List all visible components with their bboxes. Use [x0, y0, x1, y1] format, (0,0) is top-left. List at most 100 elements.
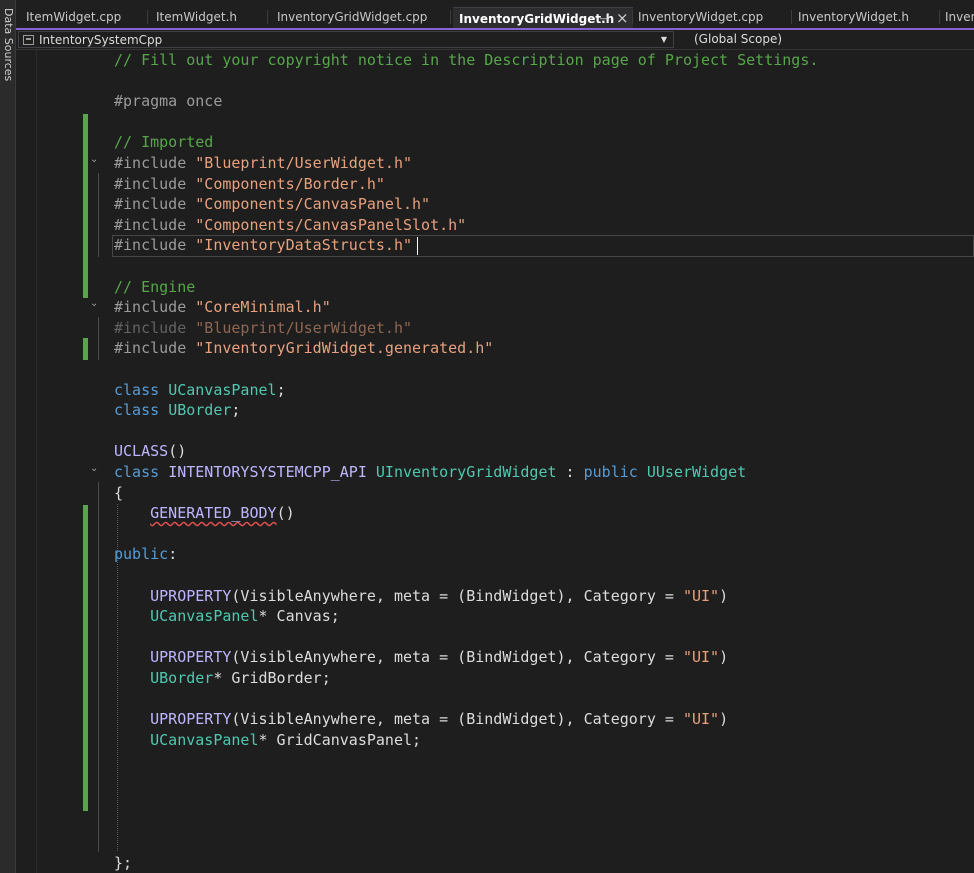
- fold-collapse-icon[interactable]: ⌄: [90, 463, 98, 474]
- code-token: UCanvasPanel: [150, 730, 259, 749]
- code-token: class: [114, 401, 169, 420]
- code-line[interactable]: // Fill out your copyright notice in the…: [114, 50, 818, 71]
- code-line[interactable]: #include "Blueprint/UserWidget.h": [114, 153, 412, 174]
- editor-gutter: [16, 50, 37, 873]
- code-token: UPROPERTY: [150, 648, 232, 667]
- code-token: "Blueprint/UserWidget.h": [195, 154, 413, 172]
- code-line[interactable]: #include "InventoryDataStructs.h": [114, 235, 412, 256]
- code-token: :: [556, 463, 584, 481]
- close-icon[interactable]: ×: [616, 8, 629, 28]
- project-label: IntentorySystemCpp: [39, 33, 163, 47]
- code-token: ): [719, 586, 729, 605]
- code-line[interactable]: #include "CoreMinimal.h": [114, 297, 331, 318]
- code-line[interactable]: // Engine: [114, 277, 195, 298]
- project-icon: [23, 35, 34, 45]
- code-token: UCanvasPanel: [150, 607, 259, 626]
- code-line[interactable]: UBorder* GridBorder;: [114, 668, 331, 689]
- code-line[interactable]: UPROPERTY(VisibleAnywhere, meta = (BindW…: [114, 709, 728, 730]
- code-line[interactable]: #include "Components/Border.h": [114, 174, 385, 195]
- code-token: #include: [114, 236, 196, 255]
- tab-label: InventoryWidget.h: [798, 10, 909, 24]
- code-token: #pragma once: [114, 92, 223, 111]
- change-marker: [83, 338, 88, 360]
- code-token: UCLASS: [114, 442, 169, 461]
- tab-label: InventoryGridWidget.cpp: [277, 10, 428, 24]
- code-token: // Fill out your copyright notice in the…: [114, 51, 819, 69]
- code-token: "InventoryDataStructs.h": [195, 236, 413, 255]
- code-line[interactable]: UCanvasPanel* GridCanvasPanel;: [114, 730, 421, 751]
- tab-itemwidget-cpp[interactable]: ItemWidget.cpp: [20, 6, 148, 28]
- fold-region-line: [98, 482, 99, 852]
- code-token: * GridCanvasPanel;: [258, 730, 422, 749]
- tab-inven[interactable]: Inven: [939, 6, 974, 28]
- code-line[interactable]: #include "Components/CanvasPanel.h": [114, 194, 430, 215]
- code-line[interactable]: // Imported: [114, 132, 213, 153]
- code-line[interactable]: class UBorder;: [114, 400, 240, 421]
- tab-separator: [267, 10, 268, 24]
- code-line[interactable]: public:: [114, 544, 177, 565]
- code-token: UBorder: [150, 669, 214, 687]
- code-token: (VisibleAnywhere, meta = (BindWidget), C…: [231, 648, 683, 667]
- code-token: #include: [114, 195, 196, 214]
- code-token: ): [719, 648, 729, 667]
- tab-label: InventoryWidget.cpp: [638, 10, 764, 24]
- tab-label: Inven: [945, 10, 974, 24]
- code-token: "CoreMinimal.h": [195, 298, 331, 317]
- code-token: UUserWidget: [646, 463, 747, 481]
- code-editor[interactable]: ⌄ ⌄ ⌄ // Fill out your copyright notice …: [16, 50, 974, 873]
- side-panel-strip[interactable]: Data Sources: [0, 0, 16, 873]
- code-line[interactable]: class INTENTORYSYSTEMCPP_API UInventoryG…: [114, 462, 746, 483]
- code-token: UInventoryGridWidget: [375, 463, 557, 481]
- scope-dropdown[interactable]: (Global Scope): [678, 31, 974, 48]
- code-line[interactable]: {: [114, 483, 123, 504]
- fold-collapse-icon[interactable]: ⌄: [90, 298, 98, 309]
- code-token: (): [276, 504, 295, 523]
- code-token: "InventoryGridWidget.generated.h": [195, 339, 494, 358]
- code-token: (VisibleAnywhere, meta = (BindWidget), C…: [231, 710, 683, 729]
- dropdown-arrow-icon[interactable]: ▼: [661, 35, 667, 44]
- data-sources-tab[interactable]: Data Sources: [2, 8, 15, 81]
- code-line[interactable]: UPROPERTY(VisibleAnywhere, meta = (BindW…: [114, 647, 728, 668]
- code-token: UCanvasPanel: [168, 380, 277, 399]
- code-token: };: [114, 854, 133, 873]
- code-line[interactable]: };: [114, 853, 132, 873]
- code-token: public: [114, 545, 169, 564]
- code-line[interactable]: #pragma once: [114, 91, 222, 112]
- code-token: public: [583, 463, 638, 481]
- code-token: #include: [114, 318, 196, 337]
- tab-itemwidget-h[interactable]: ItemWidget.h: [150, 6, 268, 28]
- code-line[interactable]: #include "Components/CanvasPanelSlot.h": [114, 215, 466, 236]
- code-line[interactable]: UPROPERTY(VisibleAnywhere, meta = (BindW…: [114, 586, 728, 607]
- code-line[interactable]: #include "Blueprint/UserWidget.h": [114, 318, 412, 339]
- code-line[interactable]: UCLASS(): [114, 441, 186, 462]
- fold-collapse-icon[interactable]: ⌄: [90, 154, 98, 165]
- code-line[interactable]: #include "InventoryGridWidget.generated.…: [114, 338, 493, 359]
- code-token: UPROPERTY: [150, 586, 232, 605]
- tab-inventorywidget-h[interactable]: InventoryWidget.h: [792, 6, 940, 28]
- code-token: "Components/CanvasPanelSlot.h": [195, 215, 467, 234]
- code-token: class: [114, 463, 169, 481]
- code-token: * Canvas;: [258, 607, 340, 626]
- code-line[interactable]: GENERATED_BODY(): [114, 503, 295, 524]
- code-line[interactable]: UCanvasPanel* Canvas;: [114, 606, 340, 627]
- code-token: ;: [276, 380, 286, 399]
- project-dropdown[interactable]: IntentorySystemCpp ▼: [18, 31, 674, 48]
- pin-icon[interactable]: ⊣: [599, 8, 609, 28]
- code-token: UPROPERTY: [150, 710, 232, 729]
- change-marker: [83, 114, 88, 298]
- change-marker: [83, 505, 88, 811]
- tab-label: ItemWidget.h: [156, 10, 237, 24]
- tab-label: InventoryGridWidget.h: [459, 12, 615, 26]
- code-token: (): [168, 442, 187, 461]
- tab-label: ItemWidget.cpp: [26, 10, 122, 24]
- tab-inventorywidget-cpp[interactable]: InventoryWidget.cpp: [632, 6, 792, 28]
- tab-inventorygridwidget-h[interactable]: InventoryGridWidget.h ⊣ ×: [453, 7, 633, 28]
- code-line[interactable]: class UCanvasPanel;: [114, 380, 286, 401]
- tab-inventorygridwidget-cpp[interactable]: InventoryGridWidget.cpp: [271, 6, 451, 28]
